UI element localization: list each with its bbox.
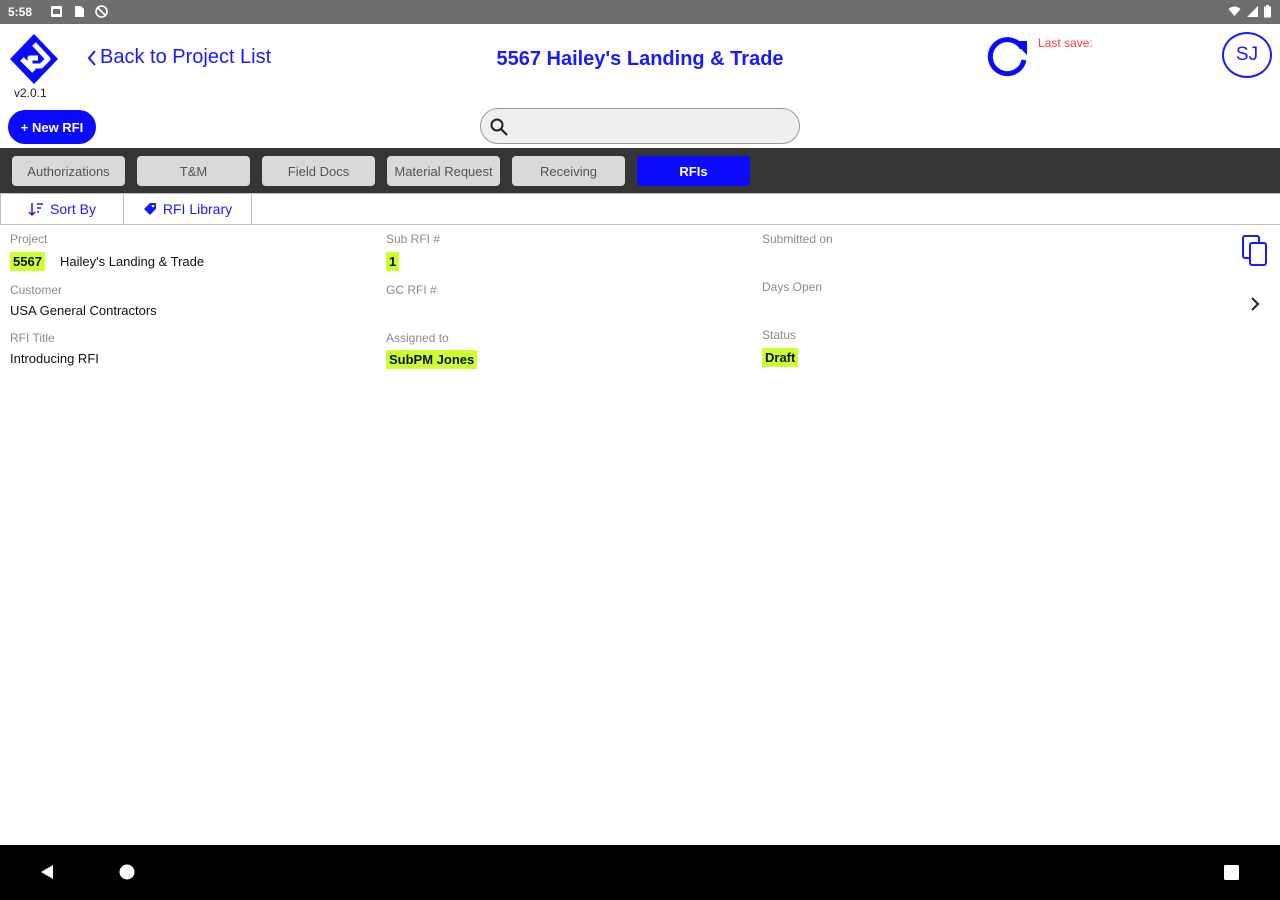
header: v2.0.1 Back to Project List 5567 Hailey'…: [0, 24, 1280, 148]
status-bar: 5:58: [0, 0, 1280, 24]
rfi-library-button[interactable]: RFI Library: [124, 194, 252, 224]
app-version: v2.0.1: [14, 86, 47, 100]
user-avatar[interactable]: SJ: [1222, 32, 1272, 78]
assigned-to-label: Assigned to: [386, 331, 449, 345]
days-open-label: Days Open: [762, 280, 823, 294]
sub-rfi-label: Sub RFI #: [386, 232, 441, 246]
gc-rfi-label: GC RFI #: [386, 283, 437, 297]
search-icon: [490, 118, 508, 136]
list-toolbar: Sort By RFI Library: [0, 193, 1280, 225]
tab-receiving[interactable]: Receiving: [512, 156, 625, 186]
customer-label: Customer: [10, 283, 63, 297]
refresh-icon[interactable]: [982, 30, 1032, 80]
back-triangle-icon[interactable]: [38, 863, 56, 881]
new-rfi-button[interactable]: + New RFI: [8, 110, 96, 144]
wifi-icon: [1228, 6, 1241, 16]
status-label: Status: [762, 328, 797, 342]
tab-field-docs[interactable]: Field Docs: [262, 156, 375, 186]
rfi-library-label: RFI Library: [162, 201, 233, 217]
search-input[interactable]: [515, 115, 785, 139]
page-title: 5567 Hailey's Landing & Trade: [496, 48, 784, 70]
status-time: 5:58: [8, 5, 33, 19]
copy-icon[interactable]: [1240, 234, 1270, 268]
tag-icon: [143, 203, 156, 215]
project-number-badge: 5567: [10, 252, 45, 271]
sub-rfi-value: 1: [386, 252, 400, 271]
back-to-project-list-link[interactable]: Back to Project List: [86, 46, 271, 69]
back-link-label: Back to Project List: [100, 46, 272, 68]
sort-by-button[interactable]: Sort By: [0, 194, 124, 224]
tab-t-and-m[interactable]: T&M: [137, 156, 250, 186]
sort-icon: [28, 203, 44, 217]
sort-by-label: Sort By: [50, 201, 96, 217]
rfi-title-value: Introducing RFI: [10, 351, 99, 366]
module-tabs: Authorizations T&M Field Docs Material R…: [0, 148, 1280, 193]
submitted-on-label: Submitted on: [762, 232, 833, 246]
project-label: Project: [10, 232, 48, 246]
chevron-left-icon: [87, 49, 96, 66]
tab-rfis[interactable]: RFIs: [637, 156, 750, 186]
status-badge: Draft: [762, 348, 799, 367]
chevron-right-icon[interactable]: [1248, 296, 1262, 312]
tab-authorizations[interactable]: Authorizations: [12, 156, 125, 186]
customer-value: USA General Contractors: [10, 303, 157, 318]
signal-icon: [1247, 6, 1258, 17]
blocked-icon: [95, 5, 108, 18]
last-save-text: Last save:: [1038, 36, 1093, 50]
recents-square-icon[interactable]: [1223, 864, 1240, 881]
tab-material-request[interactable]: Material Request: [387, 156, 500, 186]
assigned-to-value: SubPM Jones: [386, 350, 478, 369]
search-bar[interactable]: [480, 108, 800, 144]
rfi-list-item[interactable]: Project 5567 Hailey's Landing & Trade Cu…: [0, 226, 1280, 386]
home-circle-icon[interactable]: [118, 863, 136, 881]
sd-card-icon: [75, 6, 84, 17]
notification-icon: [51, 6, 62, 17]
rfi-title-label: RFI Title: [10, 331, 55, 345]
system-navigation-bar: [0, 845, 1280, 900]
project-name: Hailey's Landing & Trade: [60, 254, 205, 269]
app-logo-icon: [10, 34, 58, 84]
battery-icon: [1264, 5, 1271, 18]
